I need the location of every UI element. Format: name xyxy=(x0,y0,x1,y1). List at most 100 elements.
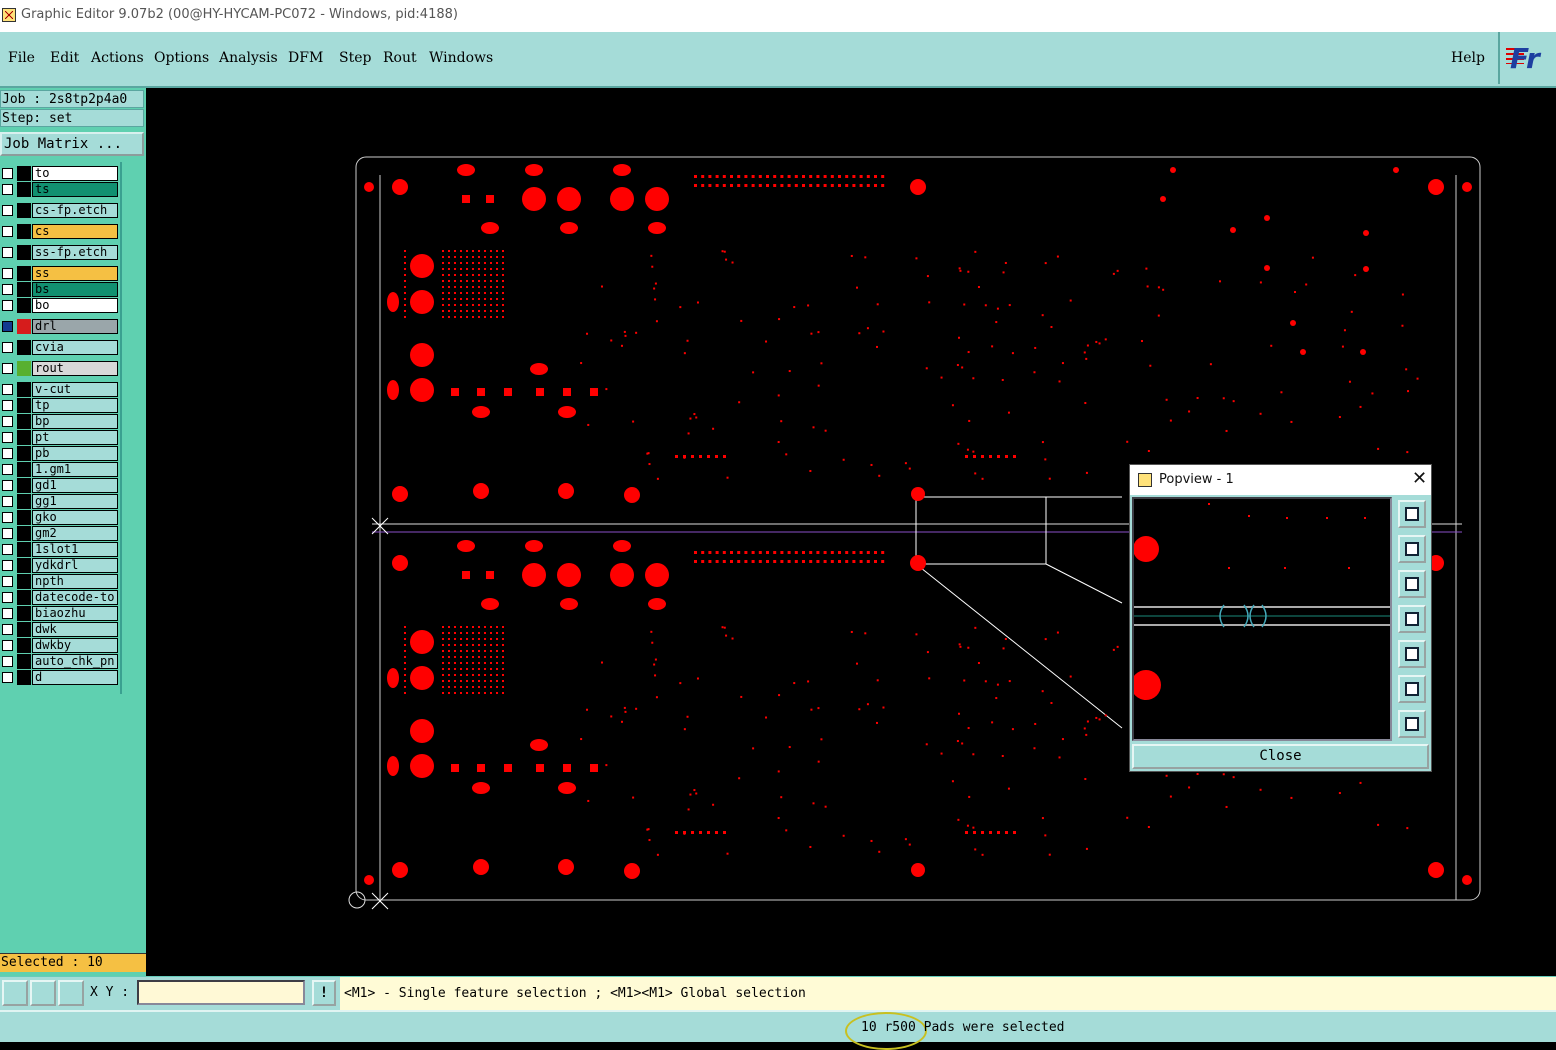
menu-rout[interactable]: Rout xyxy=(383,50,417,66)
popview-close-button[interactable]: Close xyxy=(1132,744,1429,769)
menu-dfm[interactable]: DFM xyxy=(288,50,323,66)
layer-row-auto_chk_pn[interactable]: auto_chk_pn xyxy=(0,654,118,669)
xy-input[interactable] xyxy=(137,980,305,1005)
layer-checkbox[interactable] xyxy=(2,284,13,295)
layer-row-tp[interactable]: tp xyxy=(0,398,118,413)
layer-row-bo[interactable]: bo xyxy=(0,298,118,313)
menu-actions[interactable]: Actions xyxy=(91,50,144,66)
layer-row-gg1[interactable]: gg1 xyxy=(0,494,118,509)
popview-pan-right-button[interactable] xyxy=(1398,640,1426,668)
popview-zoom-fit-button[interactable] xyxy=(1398,500,1426,528)
layer-checkbox[interactable] xyxy=(2,624,13,635)
layer-row-cvia[interactable]: cvia xyxy=(0,340,118,355)
layer-name[interactable]: 1.gm1 xyxy=(32,462,118,477)
layer-row-1slot1[interactable]: 1slot1 xyxy=(0,542,118,557)
layer-checkbox[interactable] xyxy=(2,342,13,353)
layer-checkbox[interactable] xyxy=(2,184,13,195)
menu-help[interactable]: Help xyxy=(1451,50,1485,66)
layer-checkbox[interactable] xyxy=(2,400,13,411)
snap-icon[interactable] xyxy=(2,980,28,1006)
layer-row-npth[interactable]: npth xyxy=(0,574,118,589)
layer-checkbox[interactable] xyxy=(2,226,13,237)
layer-name[interactable]: rout xyxy=(32,361,118,376)
layer-checkbox[interactable] xyxy=(2,432,13,443)
layer-name[interactable]: cvia xyxy=(32,340,118,355)
layer-row-v-cut[interactable]: v-cut xyxy=(0,382,118,397)
popview-pan-up-button[interactable] xyxy=(1398,535,1426,563)
measure-icon[interactable] xyxy=(30,980,56,1006)
layer-name[interactable]: tp xyxy=(32,398,118,413)
menu-step[interactable]: Step xyxy=(339,50,371,66)
popview-pan-down-button[interactable] xyxy=(1398,570,1426,598)
layer-checkbox[interactable] xyxy=(2,247,13,258)
layer-row-1.gm1[interactable]: 1.gm1 xyxy=(0,462,118,477)
layer-checkbox[interactable] xyxy=(2,592,13,603)
layer-row-to[interactable]: to xyxy=(0,166,118,181)
layer-checkbox[interactable] xyxy=(2,512,13,523)
menu-file[interactable]: File xyxy=(8,50,35,66)
layer-row-biaozhu[interactable]: biaozhu xyxy=(0,606,118,621)
layer-row-d[interactable]: d xyxy=(0,670,118,685)
layer-checkbox[interactable] xyxy=(2,448,13,459)
menu-options[interactable]: Options xyxy=(154,50,209,66)
layer-checkbox[interactable] xyxy=(2,384,13,395)
layer-checkbox[interactable] xyxy=(2,544,13,555)
layer-name[interactable]: dwkby xyxy=(32,638,118,653)
layer-checkbox[interactable] xyxy=(2,672,13,683)
layer-name[interactable]: drl xyxy=(32,319,118,334)
layer-row-gko[interactable]: gko xyxy=(0,510,118,525)
layer-checkbox[interactable] xyxy=(2,640,13,651)
layer-row-ss-fp.etch[interactable]: ss-fp.etch xyxy=(0,245,118,260)
layer-name[interactable]: ss-fp.etch xyxy=(32,245,118,260)
warning-icon[interactable]: ! xyxy=(312,980,336,1006)
layer-checkbox[interactable] xyxy=(2,496,13,507)
layer-name[interactable]: biaozhu xyxy=(32,606,118,621)
layer-row-gm2[interactable]: gm2 xyxy=(0,526,118,541)
layer-name[interactable]: to xyxy=(32,166,118,181)
popview-pan-left-button[interactable] xyxy=(1398,605,1426,633)
layer-row-ts[interactable]: ts xyxy=(0,182,118,197)
layer-name[interactable]: bp xyxy=(32,414,118,429)
layer-name[interactable]: ss xyxy=(32,266,118,281)
layer-row-bp[interactable]: bp xyxy=(0,414,118,429)
grid-icon[interactable] xyxy=(58,980,84,1006)
layer-checkbox[interactable] xyxy=(2,480,13,491)
layer-row-pb[interactable]: pb xyxy=(0,446,118,461)
layer-name[interactable]: datecode-to xyxy=(32,590,118,605)
layer-row-pt[interactable]: pt xyxy=(0,430,118,445)
layer-checkbox[interactable] xyxy=(2,321,13,332)
layer-name[interactable]: dwk xyxy=(32,622,118,637)
layer-name[interactable]: cs xyxy=(32,224,118,239)
layer-name[interactable]: gko xyxy=(32,510,118,525)
menu-edit[interactable]: Edit xyxy=(50,50,79,66)
layer-checkbox[interactable] xyxy=(2,656,13,667)
layer-checkbox[interactable] xyxy=(2,560,13,571)
layer-name[interactable]: ydkdrl xyxy=(32,558,118,573)
layer-row-datecode-to[interactable]: datecode-to xyxy=(0,590,118,605)
menu-analysis[interactable]: Analysis xyxy=(219,50,278,66)
layer-name[interactable]: v-cut xyxy=(32,382,118,397)
layer-checkbox[interactable] xyxy=(2,168,13,179)
layer-row-ydkdrl[interactable]: ydkdrl xyxy=(0,558,118,573)
layer-name[interactable]: 1slot1 xyxy=(32,542,118,557)
layer-row-dwk[interactable]: dwk xyxy=(0,622,118,637)
layer-row-cs[interactable]: cs xyxy=(0,224,118,239)
layer-checkbox[interactable] xyxy=(2,300,13,311)
popview-zoom-in-button[interactable] xyxy=(1398,675,1426,703)
layer-row-drl[interactable]: drl xyxy=(0,319,118,334)
layer-row-dwkby[interactable]: dwkby xyxy=(0,638,118,653)
layer-checkbox[interactable] xyxy=(2,464,13,475)
layer-checkbox[interactable] xyxy=(2,363,13,374)
menu-windows[interactable]: Windows xyxy=(429,50,493,66)
layer-row-cs-fp.etch[interactable]: cs-fp.etch xyxy=(0,203,118,218)
layer-checkbox[interactable] xyxy=(2,528,13,539)
layer-checkbox[interactable] xyxy=(2,416,13,427)
layer-row-ss[interactable]: ss xyxy=(0,266,118,281)
popview-titlebar[interactable]: Popview - 1 ✕ xyxy=(1130,465,1431,495)
layer-name[interactable]: d xyxy=(32,670,118,685)
layer-name[interactable]: bs xyxy=(32,282,118,297)
layer-checkbox[interactable] xyxy=(2,576,13,587)
layer-name[interactable]: npth xyxy=(32,574,118,589)
popview-canvas[interactable] xyxy=(1132,497,1392,741)
layer-checkbox[interactable] xyxy=(2,268,13,279)
